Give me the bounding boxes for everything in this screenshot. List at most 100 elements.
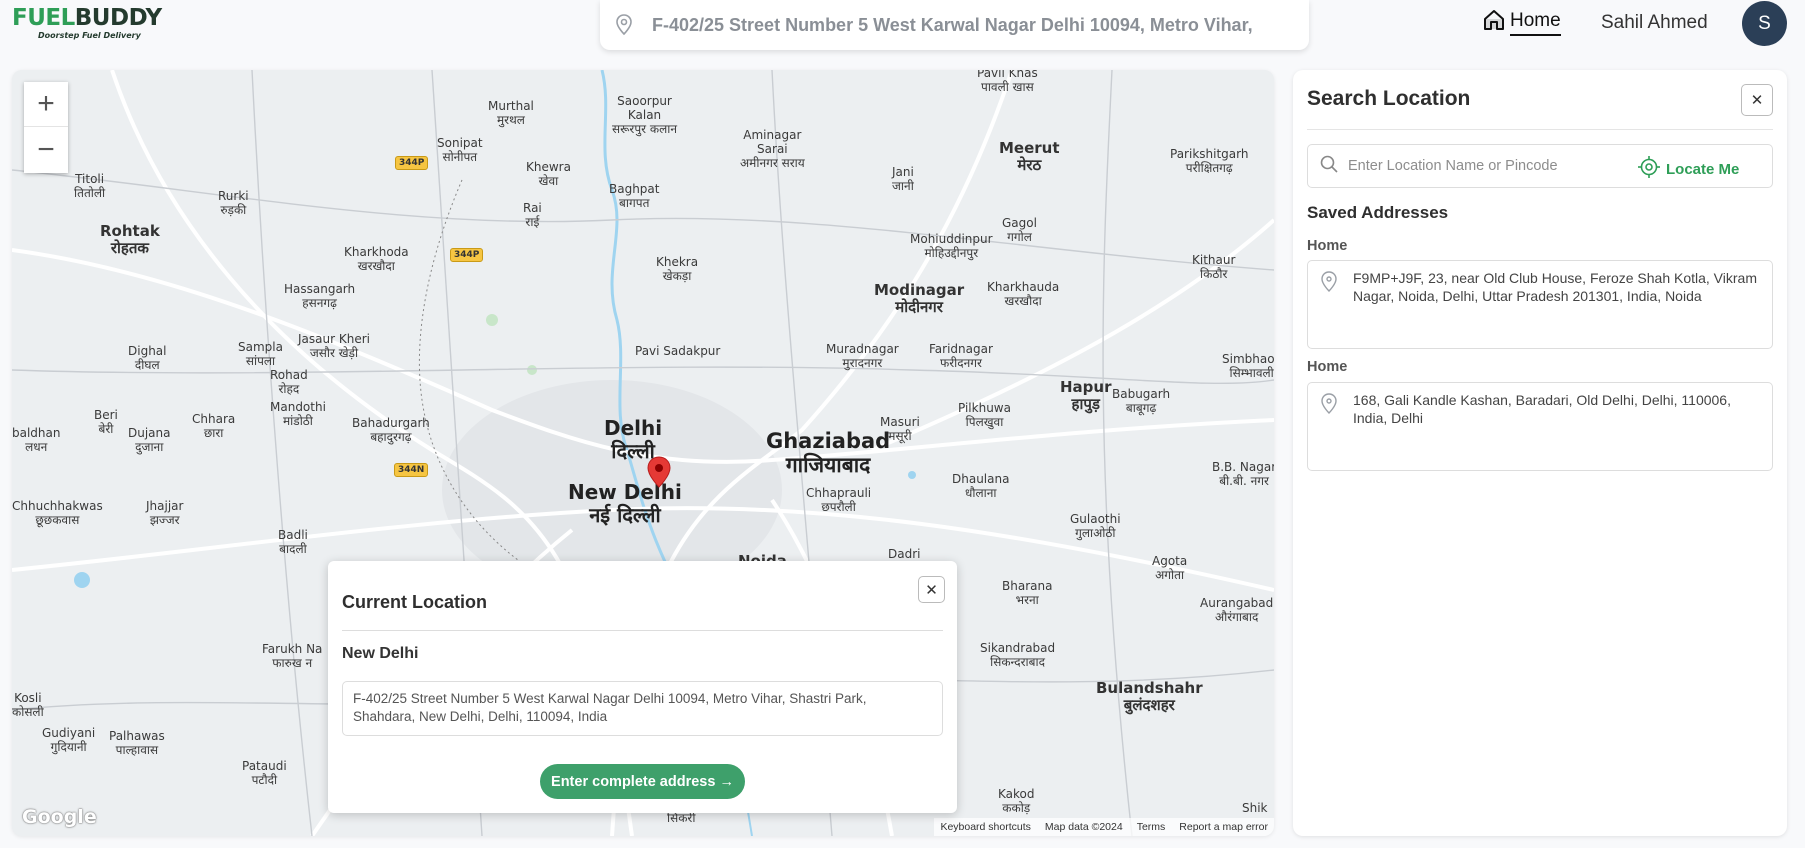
saved-addresses-title: Saved Addresses [1307, 203, 1449, 222]
map-label: Chhara छारा [192, 412, 236, 440]
highway-shield: 344P [395, 156, 429, 170]
location-pin-icon [612, 13, 636, 37]
avatar[interactable]: S [1742, 1, 1787, 46]
map-label: Khekra खेकड़ा [656, 255, 699, 283]
map-label: Pataudi पटौदी [242, 759, 287, 787]
map-pin-icon[interactable] [646, 456, 672, 493]
map-label: Mohiuddinpur मोहिउद्दीनपुर [910, 232, 993, 260]
user-name[interactable]: Sahil Ahmed [1601, 12, 1708, 34]
panel-close-button[interactable]: ✕ [1741, 84, 1773, 116]
zoom-out-button[interactable]: − [24, 127, 68, 172]
locate-me-label: Locate Me [1666, 160, 1740, 178]
map-label: Ghaziabad गाजियाबाद [766, 429, 891, 478]
location-pin-icon [1320, 271, 1338, 298]
terms-link[interactable]: Terms [1137, 821, 1166, 833]
map-label: Meerut मेरठ [999, 139, 1060, 175]
map-label: Jani जानी [892, 165, 914, 193]
map-data-text: Map data ©2024 [1044, 821, 1123, 833]
map-label: Rai राई [523, 201, 542, 229]
map-label: Pilkhuwa पिलखुवा [958, 401, 1011, 429]
locate-me-button[interactable]: Locate Me [1638, 156, 1739, 182]
logo-tagline: Doorstep Fuel Delivery [38, 31, 141, 40]
saved-address-label: Home [1307, 359, 1348, 375]
saved-address-card[interactable]: F9MP+J9F, 23, near Old Club House, Feroz… [1307, 260, 1773, 349]
search-input[interactable] [1348, 158, 1628, 174]
map-label: Pavli Khas पावली खास [977, 70, 1038, 94]
logo-part1: FUEL [12, 5, 75, 31]
fuelbuddy-logo[interactable]: FUELBUDDY Doorstep Fuel Delivery [12, 6, 162, 40]
map-label: Rohad रोहद [270, 368, 308, 396]
map-label: Aurangabad औरंगाबाद [1200, 596, 1274, 624]
popup-divider [342, 630, 943, 631]
map-label: Dhaulana धौलाना [952, 472, 1010, 500]
map-label: Chhaprauli छपरौली [806, 486, 872, 514]
map-label: Babugarh बाबूगढ़ [1112, 387, 1171, 415]
map-label: Kakod ककोड़ [998, 787, 1035, 815]
zoom-in-button[interactable]: + [24, 82, 68, 127]
location-pin-icon [1320, 393, 1338, 420]
map-label: Mandothi मांडोठी [270, 400, 326, 428]
highway-shield: 344P [450, 248, 484, 262]
map-label: Baghpat बागपत [609, 182, 660, 210]
popup-address: F-402/25 Street Number 5 West Karwal Nag… [342, 681, 943, 736]
highway-shield: 344N [394, 463, 429, 477]
map-label: सिकरी [667, 811, 696, 825]
current-address-bar[interactable]: F-402/25 Street Number 5 West Karwal Nag… [600, 0, 1309, 50]
map-label: Aminagar Sarai अमीनगर सराय [740, 128, 805, 170]
popup-city: New Delhi [342, 645, 419, 662]
map-label: Agota अगोता [1152, 554, 1188, 582]
saved-address-card[interactable]: 168, Gali Kandle Kashan, Baradari, Old D… [1307, 382, 1773, 471]
search-box: Locate Me [1307, 144, 1773, 188]
current-address-text: F-402/25 Street Number 5 West Karwal Nag… [652, 14, 1253, 35]
report-map-error-link[interactable]: Report a map error [1179, 821, 1268, 833]
map-label: Badli बादली [278, 528, 308, 556]
map-label: Jhajjar झज्जर [146, 499, 184, 527]
popup-close-button[interactable]: ✕ [918, 576, 945, 603]
map-label: Sikandrabad सिकन्दराबाद [980, 641, 1056, 669]
map-label: Faridnagar फरीदनगर [929, 342, 993, 370]
map-label: Gulaothi गुलाओठी [1070, 512, 1121, 540]
map-label: Simbhaoliसिम्भावली [1222, 352, 1274, 380]
map-label: baldhan लधन [12, 426, 61, 454]
map-label: Farukh Na फारुख न [262, 642, 323, 670]
map-label: Kharkhauda खरखौदा [987, 280, 1060, 308]
map-label: Parikshitgarh परीक्षितगढ़ [1170, 147, 1249, 175]
keyboard-shortcuts-link[interactable]: Keyboard shortcuts [940, 821, 1030, 833]
logo-part2: BUDDY [74, 5, 162, 31]
saved-address-text: F9MP+J9F, 23, near Old Club House, Feroz… [1353, 270, 1757, 304]
map-label: Sonipat सोनीपत [437, 136, 483, 164]
map-label: Dighal दीघल [128, 344, 167, 372]
map-label: Titoli तितोली [74, 172, 106, 200]
map-label: Shik [1242, 801, 1268, 815]
panel-divider [1307, 129, 1773, 130]
popup-title: Current Location [342, 592, 488, 612]
map-label: Dadri [888, 547, 921, 561]
map-label: Saoorpur Kalan सरूरपुर कलान [612, 94, 678, 136]
google-logo: Google [22, 806, 97, 828]
map-label: Sampla सांपला [238, 340, 283, 368]
map-label: Khewra खेवा [526, 160, 571, 188]
map-attribution: Keyboard shortcuts Map data ©2024 Terms … [934, 818, 1274, 836]
map-label: Bulandshahr बुलंदशहर [1096, 679, 1203, 715]
header: FUELBUDDY Doorstep Fuel Delivery F-402/2… [0, 0, 1805, 62]
map-label: Hapur हापुड़ [1060, 378, 1112, 414]
nav-home-label: Home [1510, 10, 1561, 36]
map-label: Dujana दुजाना [128, 426, 171, 454]
saved-address-text: 168, Gali Kandle Kashan, Baradari, Old D… [1353, 392, 1731, 426]
map-label: Hassangarh हसनगढ़ [284, 282, 356, 310]
nav-home-link[interactable]: Home [1482, 8, 1561, 37]
map-label: Bahadurgarh बहादुरगढ़ [352, 416, 430, 444]
map-label: B.B. Nagar बी.बी. नगर [1212, 460, 1274, 488]
map-label: Beri बेरी [94, 408, 118, 436]
map-label: Gagol गगोल [1002, 216, 1037, 244]
crosshair-icon [1638, 156, 1660, 182]
enter-complete-address-button[interactable]: Enter complete address → [540, 764, 745, 799]
map-label: Pavi Sadakpur [635, 344, 721, 358]
map-label: Kithaur किठौर [1192, 253, 1236, 281]
home-icon [1482, 8, 1506, 37]
panel-title: Search Location [1307, 87, 1471, 110]
map-label: Gudiyani गुदियानी [42, 726, 96, 754]
map-label: Rurki रुड़की [218, 189, 249, 217]
map-label: Modinagar मोदीनगर [874, 281, 965, 317]
current-location-popup: Current Location ✕ New Delhi F-402/25 St… [328, 561, 957, 813]
